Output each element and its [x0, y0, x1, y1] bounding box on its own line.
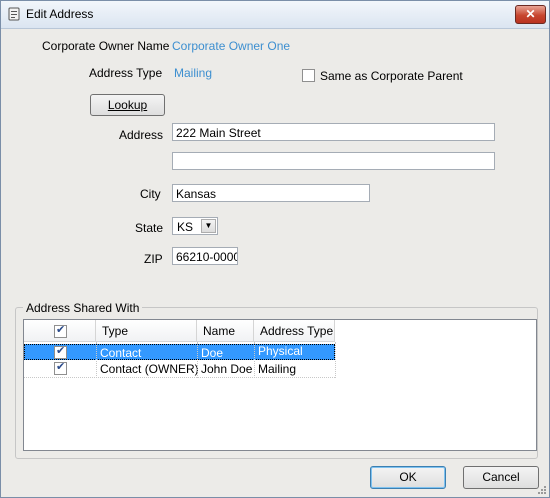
grid-line — [197, 342, 198, 378]
column-header-type[interactable]: Type — [96, 320, 197, 342]
resize-grip-icon[interactable] — [537, 485, 547, 495]
cancel-button[interactable]: Cancel — [463, 466, 539, 489]
address-line1-input[interactable] — [172, 123, 495, 141]
state-select[interactable]: KS ▼ — [172, 217, 218, 235]
table-row[interactable]: ✔ Contact Doe Physical — [24, 344, 335, 360]
grid-line — [96, 342, 97, 378]
window-title: Edit Address — [26, 7, 94, 21]
address-book-icon — [8, 7, 20, 21]
city-label: City — [140, 187, 161, 201]
cell-address-type: Physical — [258, 344, 303, 358]
edit-address-dialog: Edit Address ✕ Corporate Owner Name Corp… — [0, 0, 550, 498]
cell-name: John Doe — [201, 362, 253, 376]
cell-type: Contact — [100, 346, 142, 360]
lookup-button-label: Lookup — [107, 98, 148, 112]
corporate-owner-value: Corporate Owner One — [172, 39, 291, 53]
same-as-parent-checkbox[interactable] — [302, 69, 315, 82]
zip-label: ZIP — [144, 252, 163, 266]
address-line2-input[interactable] — [172, 152, 495, 170]
same-as-parent-label: Same as Corporate Parent — [320, 69, 463, 83]
row-checkbox[interactable]: ✔ — [54, 345, 67, 359]
table-row[interactable]: ✔ Contact (OWNER) John Doe Mailing — [24, 361, 335, 377]
grid-line — [24, 377, 335, 378]
header-check-cell[interactable]: ✔ — [24, 320, 96, 342]
checkmark-icon: ✔ — [56, 345, 66, 357]
row-checkbox[interactable]: ✔ — [54, 361, 67, 375]
cell-address-type: Mailing — [258, 362, 297, 376]
address-type-label: Address Type — [89, 66, 163, 80]
city-input[interactable] — [172, 184, 370, 202]
dropdown-arrow-icon[interactable]: ▼ — [201, 219, 216, 233]
column-header-address-type[interactable]: Address Type — [254, 320, 335, 342]
grid-line — [254, 342, 255, 378]
column-header-name[interactable]: Name — [197, 320, 254, 342]
checkmark-icon: ✔ — [56, 324, 66, 336]
cell-name: Doe — [201, 346, 224, 360]
state-label: State — [135, 221, 164, 235]
state-select-value: KS — [177, 220, 194, 234]
address-type-value: Mailing — [174, 66, 213, 80]
address-label: Address — [119, 128, 164, 142]
select-all-checkbox[interactable]: ✔ — [54, 324, 67, 338]
cell-type: Contact (OWNER) — [100, 362, 199, 376]
corporate-owner-label: Corporate Owner Name — [42, 39, 170, 53]
group-title: Address Shared With — [23, 301, 143, 315]
zip-input[interactable] — [172, 247, 238, 265]
shared-with-grid[interactable]: ✔ Type Name Address Type ✔ Contact Doe P… — [23, 319, 537, 451]
checkmark-icon: ✔ — [56, 361, 66, 373]
grid-line — [335, 342, 336, 378]
close-button[interactable]: ✕ — [515, 5, 546, 24]
lookup-button[interactable]: Lookup — [90, 94, 165, 116]
ok-button[interactable]: OK — [370, 466, 446, 489]
title-bar: Edit Address ✕ — [1, 1, 549, 29]
